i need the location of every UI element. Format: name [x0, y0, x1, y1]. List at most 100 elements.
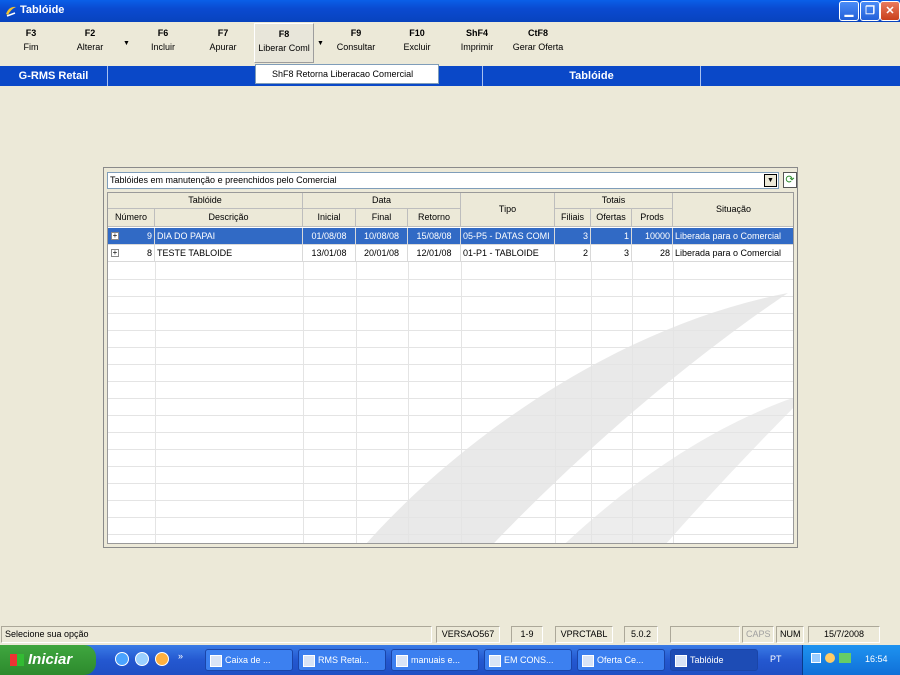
- module-header: G-RMS Retail Tablóide: [0, 66, 900, 86]
- security-icon[interactable]: [839, 653, 851, 663]
- column-header-tipo[interactable]: Tipo: [461, 193, 555, 227]
- start-label: Iniciar: [28, 651, 73, 668]
- column-header-inicial[interactable]: Inicial: [303, 209, 356, 227]
- taskbar-item-tabloide[interactable]: Tablóide: [670, 649, 758, 671]
- gerar-oferta-label: Gerar Oferta: [512, 42, 564, 52]
- status-date: 15/7/2008: [808, 626, 880, 643]
- group-header-tabloide: Tablóide: [108, 193, 303, 209]
- internet-explorer-icon[interactable]: [115, 652, 129, 666]
- liberar-coml-key: F8: [278, 29, 290, 39]
- fim-button[interactable]: F3 Fim: [14, 28, 48, 52]
- filter-select[interactable]: Tablóides em manutenção e preenchidos pe…: [107, 172, 779, 189]
- cell-ofertas: 3: [591, 245, 632, 262]
- apurar-button[interactable]: F7 Apurar: [205, 28, 241, 52]
- alterar-button[interactable]: F2 Alterar: [72, 28, 108, 52]
- cell-prods: 10000: [632, 228, 673, 245]
- column-header-filiais[interactable]: Filiais: [555, 209, 591, 227]
- windows-flag-icon: [10, 654, 24, 667]
- liberar-dropdown-icon[interactable]: ▼: [317, 40, 324, 47]
- empty-row: [108, 398, 793, 399]
- filter-dropdown-icon[interactable]: ▼: [764, 174, 777, 187]
- cell-inicial: 01/08/08: [303, 228, 356, 245]
- excluir-button[interactable]: F10 Excluir: [400, 28, 434, 52]
- status-bar: Selecione sua opção VERSAO567 1-9 VPRCTA…: [0, 624, 900, 645]
- empty-row: [108, 347, 793, 348]
- screen-title: Tablóide: [482, 66, 700, 86]
- window-icon: [210, 654, 222, 667]
- taskbar-item-rms-retail[interactable]: RMS Retai...: [298, 649, 386, 671]
- table-row[interactable]: + 8 TESTE TABLOIDE 13/01/08 20/01/08 12/…: [108, 245, 793, 262]
- expand-icon[interactable]: +: [111, 232, 119, 240]
- status-release: 5.0.2: [624, 626, 658, 643]
- alterar-label: Alterar: [76, 42, 104, 52]
- empty-row: [108, 483, 793, 484]
- grid-column-line: [408, 262, 409, 543]
- filter-value: Tablóides em manutenção e preenchidos pe…: [110, 175, 337, 185]
- taskbar-item-oferta[interactable]: Oferta Ce...: [577, 649, 665, 671]
- retorna-liberacao-menu-item[interactable]: ShF8 Retorna Liberacao Comercial: [255, 64, 439, 84]
- taskbar-item-caixa[interactable]: Caixa de ...: [205, 649, 293, 671]
- word-icon: [489, 654, 501, 667]
- incluir-button[interactable]: F6 Incluir: [146, 28, 180, 52]
- excluir-key: F10: [409, 28, 425, 38]
- network-icon[interactable]: [811, 653, 821, 663]
- cell-situacao: Liberada para o Comercial: [673, 228, 793, 245]
- imprimir-button[interactable]: ShF4 Imprimir: [457, 28, 497, 52]
- restore-button[interactable]: ❐: [860, 1, 880, 21]
- table-row[interactable]: + 9 DIA DO PAPAI 01/08/08 10/08/08 15/08…: [108, 228, 793, 245]
- column-header-retorno[interactable]: Retorno: [408, 209, 461, 227]
- imprimir-key: ShF4: [465, 28, 488, 38]
- close-button[interactable]: ✕: [880, 1, 900, 21]
- taskbar-item-label: Tablóide: [690, 655, 724, 665]
- column-header-descricao[interactable]: Descrição: [155, 209, 303, 227]
- cell-situacao: Liberada para o Comercial: [673, 245, 793, 262]
- column-header-ofertas[interactable]: Ofertas: [591, 209, 632, 227]
- group-header-data: Data: [303, 193, 461, 209]
- cell-retorno: 12/01/08: [408, 245, 461, 262]
- app-icon: [675, 654, 687, 667]
- empty-row: [108, 330, 793, 331]
- tabloide-panel: Tablóides em manutenção e preenchidos pe…: [103, 167, 798, 548]
- liberar-coml-button[interactable]: F8 Liberar Coml: [254, 23, 314, 63]
- module-name: G-RMS Retail: [18, 70, 89, 82]
- cell-tipo: 01-P1 - TABLOIDE: [461, 245, 555, 262]
- empty-row: [108, 466, 793, 467]
- gerar-oferta-button[interactable]: CtF8 Gerar Oferta: [508, 28, 568, 52]
- status-caps: CAPS: [742, 626, 774, 643]
- tabloide-grid: Tablóide Data Tipo Totais Situação Númer…: [107, 192, 794, 544]
- column-header-numero[interactable]: Número: [108, 209, 155, 227]
- empty-row: [108, 279, 793, 280]
- grid-column-line: [591, 262, 592, 543]
- speaker-icon[interactable]: [825, 653, 835, 663]
- chevron-right-icon[interactable]: »: [178, 651, 183, 661]
- grid-column-line: [673, 262, 674, 543]
- cell-filiais: 2: [555, 245, 591, 262]
- empty-row: [108, 534, 793, 535]
- taskbar-item-label: Caixa de ...: [225, 655, 271, 665]
- column-header-prods[interactable]: Prods: [632, 209, 673, 227]
- apurar-label: Apurar: [209, 42, 237, 52]
- column-header-situacao[interactable]: Situação: [673, 193, 793, 227]
- window-title: Tablóide: [20, 4, 65, 16]
- clock[interactable]: 16:54: [865, 654, 888, 664]
- start-button[interactable]: Iniciar: [0, 645, 96, 675]
- grid-column-line: [461, 262, 462, 543]
- refresh-icon[interactable]: ⟳: [783, 172, 797, 188]
- alterar-dropdown-icon[interactable]: ▼: [123, 40, 130, 47]
- excluir-label: Excluir: [403, 42, 431, 52]
- taskbar-item-label: RMS Retai...: [318, 655, 370, 665]
- cell-descricao: DIA DO PAPAI: [155, 228, 303, 245]
- expand-icon[interactable]: +: [111, 249, 119, 257]
- minimize-button[interactable]: ▁: [839, 1, 859, 21]
- taskbar-item-manuais[interactable]: manuais e...: [391, 649, 479, 671]
- column-header-final[interactable]: Final: [356, 209, 408, 227]
- outlook-icon[interactable]: [135, 652, 149, 666]
- liberar-coml-label: Liberar Coml: [258, 43, 310, 53]
- taskbar-item-label: Oferta Ce...: [597, 655, 644, 665]
- media-player-icon[interactable]: [155, 652, 169, 666]
- cell-ofertas: 1: [591, 228, 632, 245]
- consultar-button[interactable]: F9 Consultar: [333, 28, 379, 52]
- taskbar-item-em-cons[interactable]: EM CONS...: [484, 649, 572, 671]
- language-indicator[interactable]: PT: [770, 654, 782, 664]
- folder-icon: [396, 654, 408, 667]
